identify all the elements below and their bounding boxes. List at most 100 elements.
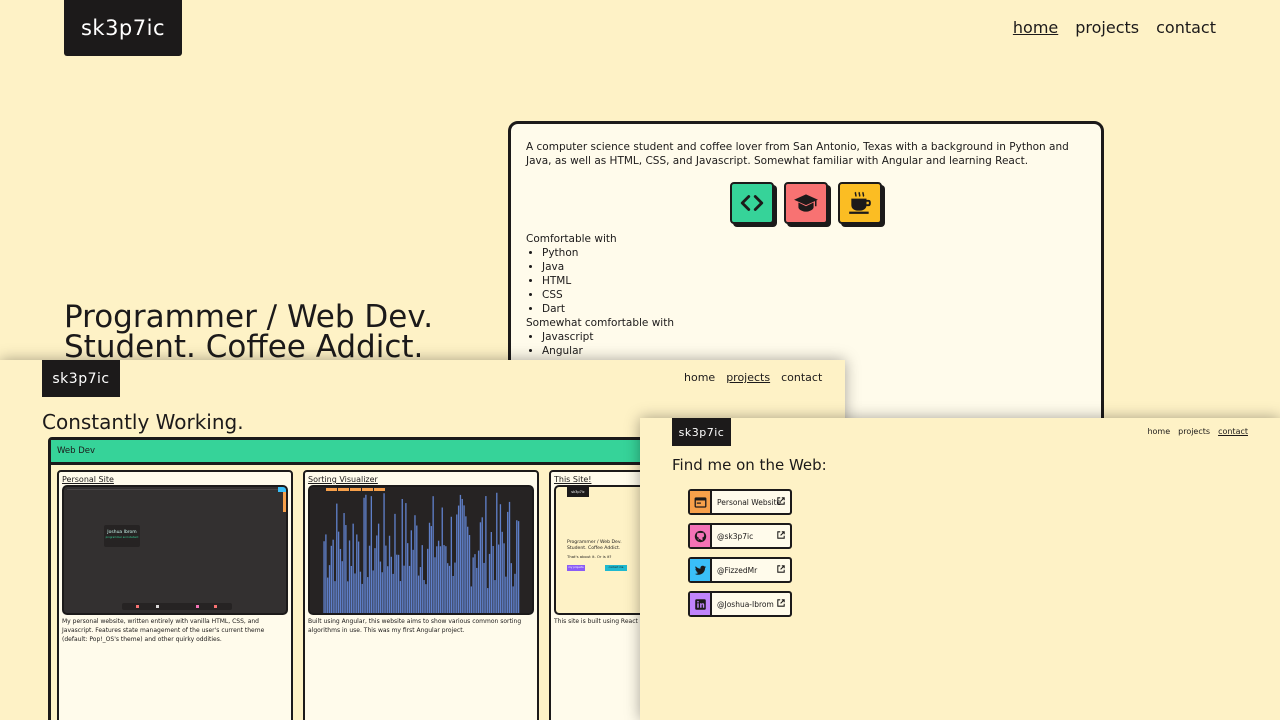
preview-sub: programmer and student [105, 536, 139, 539]
sort-bar [379, 561, 382, 613]
skill-item: Python [542, 246, 1086, 260]
project-preview-image: Joshua Ibrom programmer and student [62, 485, 288, 615]
sort-bar [452, 575, 454, 613]
sort-bar [436, 546, 438, 613]
social-label: @Joshua-Ibrom [717, 599, 774, 609]
sort-bar [496, 492, 498, 613]
sort-bar [508, 501, 511, 613]
nav-projects-link[interactable]: projects [726, 371, 770, 384]
sort-bar [423, 580, 425, 613]
projects-title: Constantly Working. [42, 410, 244, 434]
somewhat-label: Somewhat comfortable with [526, 317, 674, 329]
sort-bar [388, 535, 391, 613]
sort-bar [347, 581, 349, 613]
sort-bar [348, 540, 351, 613]
github-icon [690, 525, 712, 547]
project-title-link[interactable]: Sorting Visualizer [308, 475, 534, 484]
sort-bar [381, 572, 383, 613]
external-link-icon [777, 565, 785, 573]
sort-bar [414, 515, 416, 613]
sort-bar [490, 531, 493, 613]
sort-bar [367, 577, 369, 613]
sort-bar [350, 565, 353, 613]
external-link-icon [777, 599, 785, 607]
project-card-sorting-visualizer[interactable]: Sorting Visualizer Built using Angular, … [303, 470, 539, 720]
sort-bar [425, 584, 427, 613]
project-preview-image [308, 485, 534, 615]
sort-bar [483, 562, 485, 613]
sort-bar [408, 565, 411, 613]
nav-home-link[interactable]: home [684, 371, 715, 384]
nav-contact-link[interactable]: contact [1156, 18, 1216, 37]
sorting-bars-graphic [323, 492, 520, 613]
sort-bar [497, 544, 500, 613]
project-card-personal-site[interactable]: Personal Site Joshua Ibrom programmer an… [57, 470, 293, 720]
preview-line-2: Student. Coffee Addict. [567, 545, 621, 551]
sort-bar [516, 520, 518, 613]
sort-bar [323, 541, 325, 613]
graduation-cap-icon [784, 182, 828, 224]
about-intro: A computer science student and coffee lo… [526, 141, 1069, 167]
github-link[interactable]: @sk3p7ic [688, 523, 792, 549]
nav-home-link[interactable]: home [1013, 18, 1058, 37]
sort-bar [407, 543, 409, 613]
sort-bar [370, 496, 373, 613]
external-link-icon [777, 497, 785, 505]
sort-bar [447, 563, 449, 613]
sort-bar [328, 565, 331, 613]
sort-bar [359, 571, 362, 613]
sort-bar [354, 573, 356, 613]
sort-bar [470, 586, 473, 613]
social-label: Personal Website [717, 497, 782, 507]
social-label: @sk3p7ic [717, 531, 754, 541]
contact-logo[interactable]: sk3p7ic [672, 418, 731, 446]
sort-bar [419, 567, 422, 613]
comfortable-list: Python Java HTML CSS Dart [526, 246, 1086, 316]
nav-home-link[interactable]: home [1147, 427, 1170, 436]
sort-bar [501, 531, 503, 613]
hero-heading: Programmer / Web Dev. Student. Coffee Ad… [64, 299, 434, 363]
about-icons [526, 182, 1086, 224]
twitter-link[interactable]: @FizzedMr [688, 557, 792, 583]
comfortable-label: Comfortable with [526, 233, 617, 245]
sort-bar [499, 504, 502, 613]
sort-bar [356, 534, 358, 613]
sort-bar [437, 540, 440, 613]
sort-bar [481, 517, 483, 613]
hero-line-1: Programmer / Web Dev. [64, 299, 434, 335]
nav-contact-link[interactable]: contact [1218, 427, 1248, 436]
sort-bar [390, 556, 393, 613]
project-title-link[interactable]: Personal Site [62, 475, 288, 484]
home-logo[interactable]: sk3p7ic [64, 0, 182, 56]
sort-bar [403, 565, 405, 613]
linkedin-icon [690, 593, 712, 615]
sort-bar [339, 548, 342, 613]
nav-contact-link[interactable]: contact [781, 371, 822, 384]
nav-projects-link[interactable]: projects [1075, 18, 1139, 37]
sort-bar [410, 530, 413, 613]
sort-bar [514, 573, 516, 613]
sort-bar [363, 497, 365, 613]
preview-logo: sk3p7ic [567, 487, 589, 497]
sort-bar [450, 516, 453, 613]
sort-bar [477, 550, 480, 613]
sort-bar [443, 545, 445, 613]
home-nav: home projects contact [1013, 18, 1216, 37]
project-description: My personal website, written entirely wi… [62, 618, 265, 643]
sort-bar [476, 567, 478, 613]
sort-bar [336, 503, 338, 613]
nav-projects-link[interactable]: projects [1178, 427, 1210, 436]
projects-logo[interactable]: sk3p7ic [42, 360, 120, 397]
sort-bar [330, 545, 333, 613]
skill-item: Java [542, 260, 1086, 274]
sort-bar [332, 539, 334, 613]
sort-bar [377, 523, 380, 613]
sort-bar [467, 526, 469, 613]
sort-bar [485, 496, 487, 613]
sort-bar [383, 493, 385, 613]
skill-item: Dart [542, 302, 1086, 316]
browser-icon [690, 491, 712, 513]
linkedin-link[interactable]: @Joshua-Ibrom [688, 591, 792, 617]
sort-bar [397, 554, 400, 613]
personal-website-link[interactable]: Personal Website [688, 489, 792, 515]
